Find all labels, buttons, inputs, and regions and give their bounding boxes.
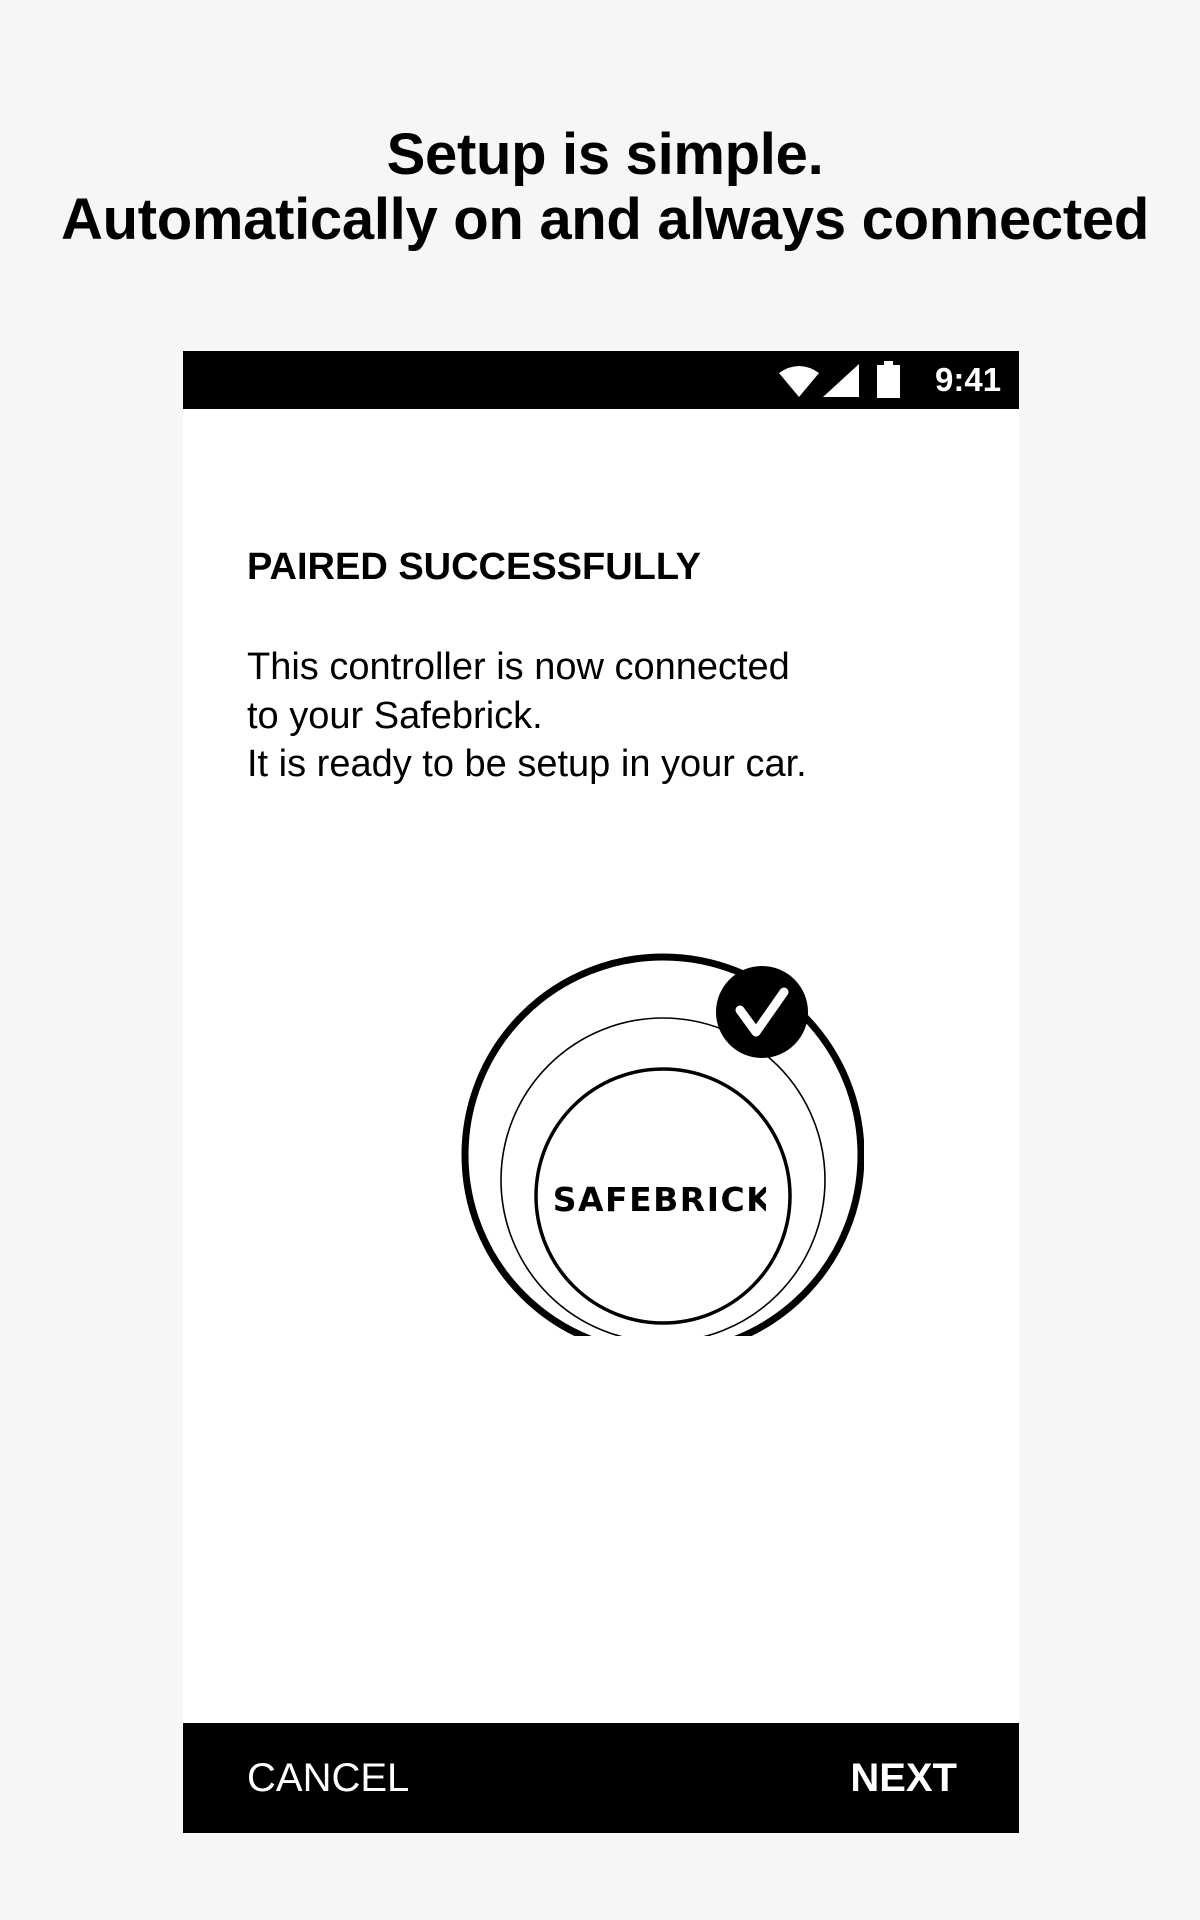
status-clock: 9:41 [935,361,1002,398]
device-label: SAFEBRICK [553,1180,766,1219]
battery-icon [877,361,900,398]
wifi-icon [779,366,819,397]
headline-line-1: Setup is simple. [386,122,824,187]
bottom-action-bar: CANCEL NEXT [183,1723,1019,1833]
next-button[interactable]: NEXT [850,1753,957,1803]
body-text-line-1: This controller is now connected [247,646,790,688]
phone-screen: 9:41 PAIRED SUCCESSFULLY This controller… [183,351,1019,1833]
cancel-button[interactable]: CANCEL [247,1753,409,1803]
body-text-line-3: It is ready to be setup in your car. [247,743,807,785]
status-bar: 9:41 [183,351,1019,409]
device-label-layer: SAFEBRICK [553,1180,766,1219]
headline-line-2: Automatically on and always connected [61,187,1149,252]
promo-headline: Setup is simple. Automatically on and al… [0,122,1200,252]
screen-title: PAIRED SUCCESSFULLY [247,546,701,588]
signal-icon [823,364,859,397]
body-text-line-2: to your Safebrick. [247,695,543,737]
